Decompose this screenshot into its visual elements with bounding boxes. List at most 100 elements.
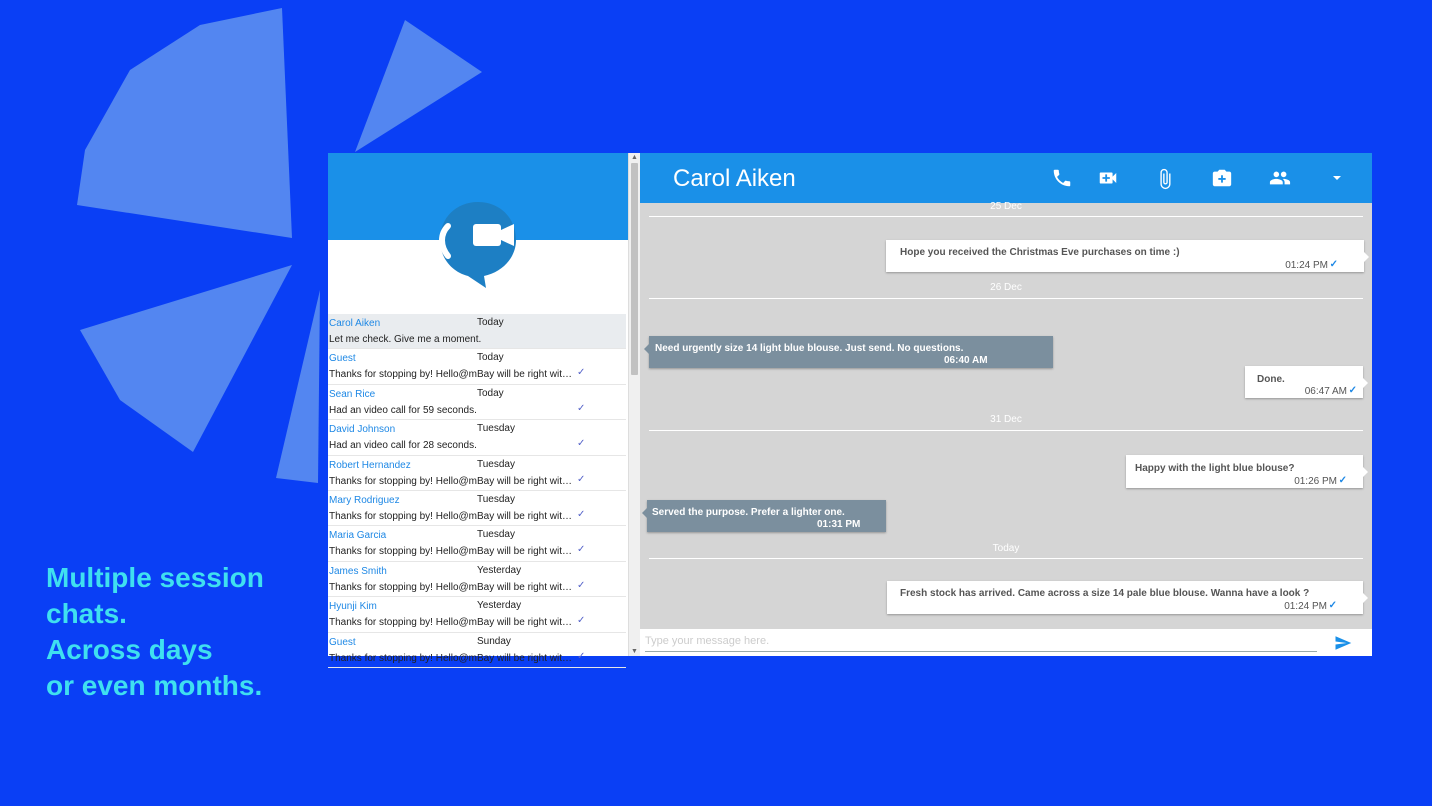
message-input[interactable] bbox=[645, 631, 1317, 652]
contact-day: Yesterday bbox=[477, 564, 522, 576]
bubble-tail bbox=[642, 508, 647, 518]
contact-list-item[interactable]: David Johnson Tuesday Had an video call … bbox=[328, 420, 626, 456]
message-text: Need urgently size 14 light blue blouse.… bbox=[655, 343, 964, 354]
attachment-icon[interactable] bbox=[1154, 167, 1176, 191]
read-check-icon: ✓ bbox=[577, 544, 586, 556]
message-time: 01:31 PM bbox=[817, 519, 861, 530]
dropdown-icon[interactable] bbox=[1329, 170, 1345, 186]
contact-name: Guest bbox=[329, 353, 356, 365]
read-check-icon: ✓ bbox=[1328, 600, 1337, 611]
contact-last-message: Thanks for stopping by! Hello@mBay will … bbox=[329, 475, 574, 487]
contact-day: Yesterday bbox=[477, 600, 522, 612]
contact-name: Robert Hernandez bbox=[329, 459, 411, 471]
app-logo-icon bbox=[439, 202, 516, 288]
phone-icon[interactable] bbox=[1051, 167, 1073, 189]
contact-day: Today bbox=[477, 317, 504, 328]
contact-last-message: Had an video call for 59 seconds. bbox=[329, 404, 477, 416]
message-text: Happy with the light blue blouse? bbox=[1135, 463, 1295, 474]
outgoing-message: Fresh stock has arrived. Came across a s… bbox=[887, 581, 1368, 614]
outgoing-message: Done. 06:47 AM ✓ bbox=[1245, 366, 1368, 398]
contact-name: Maria Garcia bbox=[329, 530, 387, 542]
scrollbar-thumb[interactable] bbox=[631, 163, 638, 375]
contact-list-item[interactable]: Hyunji Kim Yesterday Thanks for stopping… bbox=[328, 597, 626, 633]
message-time: 01:24 PM bbox=[1284, 601, 1327, 612]
message-text: Hope you received the Christmas Eve purc… bbox=[900, 247, 1180, 258]
camera-icon[interactable] bbox=[1211, 167, 1233, 189]
contact-day: Tuesday bbox=[477, 458, 515, 470]
contact-list-item[interactable]: James Smith Yesterday Thanks for stoppin… bbox=[328, 562, 626, 598]
read-check-icon: ✓ bbox=[577, 473, 586, 485]
contact-list-item[interactable]: Robert Hernandez Tuesday Thanks for stop… bbox=[328, 456, 626, 491]
read-check-icon: ✓ bbox=[577, 402, 586, 414]
read-check-icon: ✓ bbox=[1338, 475, 1347, 486]
message-composer bbox=[640, 629, 1372, 656]
message-text: Done. bbox=[1257, 374, 1285, 385]
contact-name: James Smith bbox=[329, 565, 387, 577]
contact-list-item[interactable]: Guest Sunday Thanks for stopping by! Hel… bbox=[328, 633, 626, 668]
date-separator-line bbox=[649, 430, 1363, 431]
contact-last-message: Had an video call for 28 seconds. bbox=[329, 440, 477, 452]
outgoing-message: Happy with the light blue blouse? 01:26 … bbox=[1126, 455, 1368, 488]
message-time: 01:24 PM bbox=[1285, 260, 1328, 271]
incoming-message: Need urgently size 14 light blue blouse.… bbox=[644, 336, 1053, 368]
chat-contact-name: Carol Aiken bbox=[673, 165, 796, 192]
contact-day: Sunday bbox=[477, 635, 511, 647]
bubble-tail bbox=[644, 344, 649, 354]
contact-name: David Johnson bbox=[329, 424, 396, 436]
contact-day: Today bbox=[477, 387, 504, 399]
contact-name: Carol Aiken bbox=[329, 318, 381, 329]
send-icon[interactable] bbox=[1334, 634, 1352, 652]
incoming-message: Served the purpose. Prefer a lighter one… bbox=[642, 500, 886, 532]
date-separator-line bbox=[649, 558, 1363, 559]
message-text: Fresh stock has arrived. Came across a s… bbox=[900, 588, 1310, 599]
read-check-icon: ✓ bbox=[577, 438, 586, 450]
date-separator-line bbox=[649, 298, 1363, 299]
contact-list-item[interactable]: Guest Today Thanks for stopping by! Hell… bbox=[328, 349, 626, 385]
promo-line: chats. bbox=[46, 598, 127, 629]
date-separator-label: 25 Dec bbox=[990, 201, 1022, 212]
date-separator-label: 26 Dec bbox=[990, 282, 1022, 293]
promo-line: Multiple session bbox=[46, 562, 264, 593]
read-check-icon: ✓ bbox=[577, 579, 586, 591]
read-check-icon: ✓ bbox=[577, 650, 586, 662]
contact-list-item[interactable]: Sean Rice Today Had an video call for 59… bbox=[328, 385, 626, 421]
contact-name: Guest bbox=[329, 636, 356, 648]
promo-text: Multiple session chats. Across days or e… bbox=[46, 560, 264, 704]
date-separator-label: 31 Dec bbox=[990, 414, 1022, 425]
contact-name: Mary Rodriguez bbox=[329, 494, 400, 506]
bubble-tail bbox=[1364, 252, 1369, 262]
contact-last-message: Thanks for stopping by! Hello@mBay will … bbox=[329, 652, 574, 664]
contact-name: Hyunji Kim bbox=[329, 601, 377, 613]
contact-list-item[interactable]: Mary Rodriguez Tuesday Thanks for stoppi… bbox=[328, 491, 626, 527]
promo-line: Across days bbox=[46, 634, 213, 665]
chat-header: Carol Aiken bbox=[640, 153, 1372, 203]
people-icon[interactable] bbox=[1268, 167, 1292, 189]
contact-day: Today bbox=[477, 352, 504, 364]
contact-last-message: Thanks for stopping by! Hello@mBay will … bbox=[329, 510, 574, 522]
contact-day: Tuesday bbox=[477, 423, 515, 435]
contact-list-item[interactable]: Maria Garcia Tuesday Thanks for stopping… bbox=[328, 526, 626, 562]
chat-panel: Carol Aiken 25 Dec Hope you received the… bbox=[640, 153, 1372, 656]
read-check-icon: ✓ bbox=[577, 367, 586, 379]
contact-last-message: Thanks for stopping by! Hello@mBay will … bbox=[329, 546, 574, 558]
contact-day: Tuesday bbox=[477, 529, 515, 541]
scroll-up-arrow-icon[interactable]: ▲ bbox=[631, 154, 638, 161]
contact-list-item[interactable]: Carol Aiken Today Let me check. Give me … bbox=[328, 314, 626, 350]
contact-last-message: Thanks for stopping by! Hello@mBay will … bbox=[329, 581, 574, 593]
promo-line: or even months. bbox=[46, 670, 263, 701]
read-check-icon: ✓ bbox=[1329, 259, 1338, 270]
contact-name: Sean Rice bbox=[329, 388, 376, 400]
date-separator-line bbox=[649, 216, 1363, 217]
date-separator-label: Today bbox=[992, 543, 1020, 554]
scroll-down-arrow-icon[interactable]: ▼ bbox=[631, 648, 638, 655]
bubble-tail bbox=[1363, 593, 1368, 603]
message-time: 06:47 AM bbox=[1304, 386, 1347, 397]
contact-last-message: Thanks for stopping by! Hello@mBay will … bbox=[329, 369, 574, 381]
contact-last-message: Thanks for stopping by! Hello@mBay will … bbox=[329, 617, 574, 629]
read-check-icon: ✓ bbox=[1348, 385, 1357, 396]
bubble-tail bbox=[1363, 467, 1368, 477]
outgoing-message: Hope you received the Christmas Eve purc… bbox=[886, 240, 1369, 272]
message-time: 01:26 PM bbox=[1294, 476, 1337, 487]
read-check-icon: ✓ bbox=[577, 615, 586, 627]
video-call-icon[interactable] bbox=[1097, 167, 1119, 189]
